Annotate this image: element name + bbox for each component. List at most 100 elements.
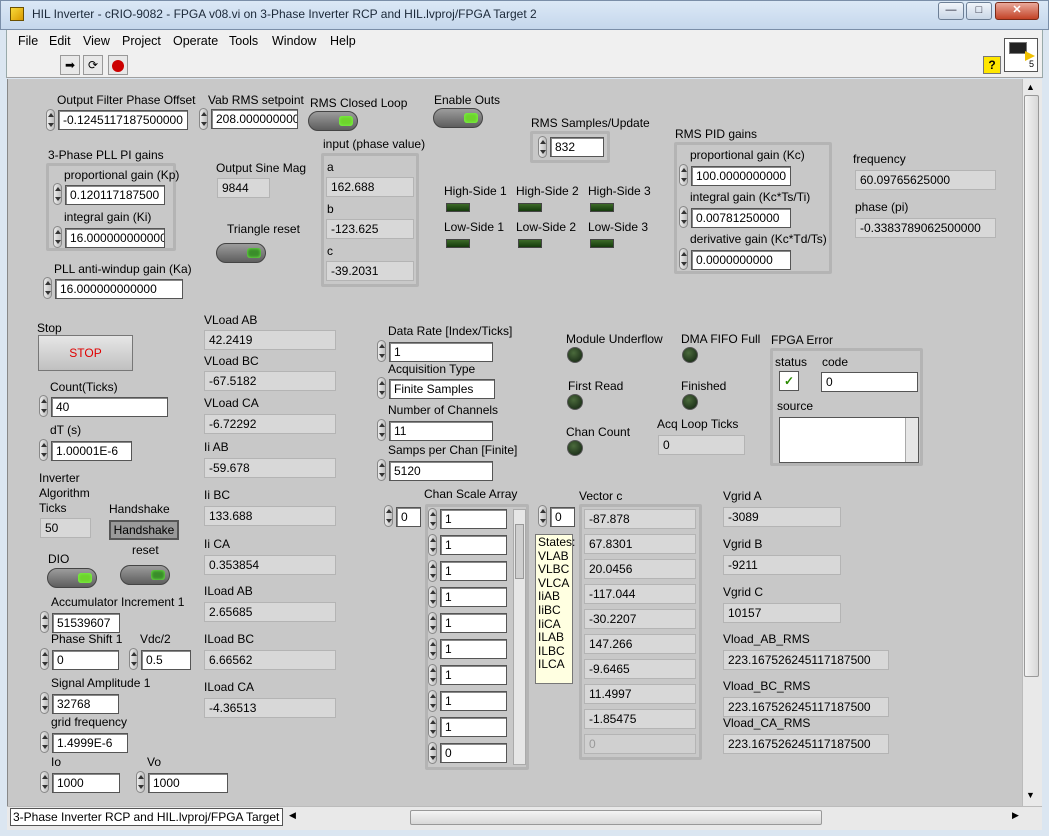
vdc2-spinner[interactable] (129, 648, 138, 670)
chan-scale-element-field[interactable]: 1 (440, 561, 507, 581)
chan-scale-index-field[interactable]: 0 (396, 507, 421, 527)
rms-pid-ti-field[interactable]: 0.00781250000 (691, 208, 791, 228)
vab-rms-setpoint-field[interactable]: 208.000000000 (211, 109, 298, 129)
io-spinner[interactable] (40, 771, 49, 793)
grid-frequency-spinner[interactable] (40, 731, 49, 753)
acquisition-type-spinner[interactable] (377, 377, 386, 399)
vector-c-index-spinner[interactable] (538, 505, 547, 527)
pll-antiwindup-field[interactable]: 16.000000000000 (55, 279, 183, 299)
num-channels-field[interactable]: 11 (389, 421, 493, 441)
rms-pid-kc-field[interactable]: 100.0000000000 (691, 166, 791, 186)
scroll-right-icon[interactable]: ▶ (1012, 810, 1019, 821)
triangle-reset-switch[interactable] (216, 243, 266, 263)
rms-samples-update-field[interactable]: 832 (550, 137, 604, 157)
menu-view[interactable]: View (83, 34, 110, 48)
accumulator-spinner[interactable] (40, 611, 49, 633)
run-arrow-icon[interactable]: ➡ (60, 55, 80, 75)
enable-outs-switch[interactable] (433, 108, 483, 128)
pll-ki-field[interactable]: 16.000000000000 (65, 228, 165, 248)
chan-scale-element-field[interactable]: 1 (440, 717, 507, 737)
dio-switch[interactable] (47, 568, 97, 588)
maximize-button[interactable]: □ (966, 2, 992, 20)
rms-pid-ti-spinner[interactable] (679, 206, 688, 228)
chan-scale-index-spinner[interactable] (384, 505, 393, 527)
chan-scale-element-spinner[interactable] (428, 638, 437, 660)
chan-scale-element-field[interactable]: 0 (440, 743, 507, 763)
horizontal-scrollbar-thumb[interactable] (410, 810, 822, 825)
chan-scale-element-field[interactable]: 1 (440, 665, 507, 685)
chan-scale-element-field[interactable]: 1 (440, 613, 507, 633)
chan-scale-element-spinner[interactable] (428, 586, 437, 608)
chan-scale-element-spinner[interactable] (428, 534, 437, 556)
chan-scale-element-spinner[interactable] (428, 690, 437, 712)
chan-scale-element-field[interactable]: 1 (440, 587, 507, 607)
chan-scale-element-field[interactable]: 1 (440, 509, 507, 529)
menu-operate[interactable]: Operate (173, 34, 218, 48)
num-channels-spinner[interactable] (377, 419, 386, 441)
chan-scale-element-field[interactable]: 1 (440, 639, 507, 659)
run-continuously-icon[interactable]: ⟳ (83, 55, 103, 75)
vdc2-field[interactable]: 0.5 (141, 650, 191, 670)
pll-ki-spinner[interactable] (53, 226, 62, 248)
chan-scale-scrollbar-thumb[interactable] (515, 524, 524, 579)
rms-pid-kc-spinner[interactable] (679, 164, 688, 186)
labview-app-icon[interactable] (10, 7, 24, 21)
rms-pid-td-field[interactable]: 0.0000000000 (691, 250, 791, 270)
menu-project[interactable]: Project (122, 34, 161, 48)
pll-antiwindup-spinner[interactable] (43, 277, 52, 299)
signal-amplitude-field[interactable]: 32768 (52, 694, 119, 714)
data-rate-spinner[interactable] (377, 340, 386, 362)
signal-amplitude-spinner[interactable] (40, 692, 49, 714)
vo-spinner[interactable] (136, 771, 145, 793)
phase-shift-field[interactable]: 0 (52, 650, 119, 670)
vi-icon[interactable]: 5 (1004, 38, 1038, 72)
dt-field[interactable]: 1.00001E-6 (51, 441, 132, 461)
stop-button[interactable]: STOP (38, 335, 133, 371)
chan-scale-element-spinner[interactable] (428, 742, 437, 764)
io-field[interactable]: 1000 (52, 773, 120, 793)
data-rate-field[interactable]: 1 (389, 342, 493, 362)
vab-rms-setpoint-spinner[interactable] (199, 108, 208, 130)
output-filter-phase-offset-field[interactable]: -0.1245117187500000 (58, 110, 188, 130)
scroll-up-icon[interactable]: ▲ (1026, 82, 1035, 92)
output-filter-phase-offset-spinner[interactable] (46, 109, 55, 131)
vector-c-index-field[interactable]: 0 (550, 507, 575, 527)
menu-edit[interactable]: Edit (49, 34, 71, 48)
dt-spinner[interactable] (39, 439, 48, 461)
samps-per-chan-spinner[interactable] (377, 459, 386, 481)
chan-scale-element-spinner[interactable] (428, 560, 437, 582)
scroll-left-icon[interactable]: ◀ (289, 810, 296, 821)
source-scrollbar[interactable] (905, 418, 918, 462)
chan-scale-element-field[interactable]: 1 (440, 535, 507, 555)
minimize-button[interactable]: — (938, 2, 964, 20)
menu-tools[interactable]: Tools (229, 34, 258, 48)
abort-icon[interactable] (108, 55, 128, 75)
context-help-icon[interactable]: ? (983, 56, 1001, 74)
count-ticks-field[interactable]: 40 (51, 397, 168, 417)
accumulator-field[interactable]: 51539607 (52, 613, 120, 633)
rms-samples-update-spinner[interactable] (538, 136, 547, 158)
vo-field[interactable]: 1000 (148, 773, 228, 793)
count-ticks-spinner[interactable] (39, 395, 48, 417)
phase-shift-spinner[interactable] (40, 648, 49, 670)
pll-kp-spinner[interactable] (53, 183, 62, 205)
rms-closed-loop-switch[interactable] (308, 111, 358, 131)
handshake-button[interactable]: Handshake (109, 520, 179, 540)
chan-scale-element-field[interactable]: 1 (440, 691, 507, 711)
close-button[interactable]: ✕ (995, 2, 1039, 20)
acquisition-type-select[interactable]: Finite Samples (389, 379, 495, 399)
samps-per-chan-field[interactable]: 5120 (389, 461, 493, 481)
grid-frequency-field[interactable]: 1.4999E-6 (52, 733, 128, 753)
menu-help[interactable]: Help (330, 34, 356, 48)
handshake-reset-switch[interactable] (120, 565, 170, 585)
chan-scale-element-spinner[interactable] (428, 716, 437, 738)
scroll-down-icon[interactable]: ▼ (1026, 790, 1035, 800)
chan-scale-element-spinner[interactable] (428, 508, 437, 530)
chan-scale-element-spinner[interactable] (428, 664, 437, 686)
pll-kp-field[interactable]: 0.120117187500 (65, 185, 165, 205)
rms-pid-td-spinner[interactable] (679, 248, 688, 270)
vertical-scrollbar-thumb[interactable] (1024, 95, 1039, 677)
chan-scale-element-spinner[interactable] (428, 612, 437, 634)
menu-window[interactable]: Window (272, 34, 316, 48)
menu-file[interactable]: File (18, 34, 38, 48)
